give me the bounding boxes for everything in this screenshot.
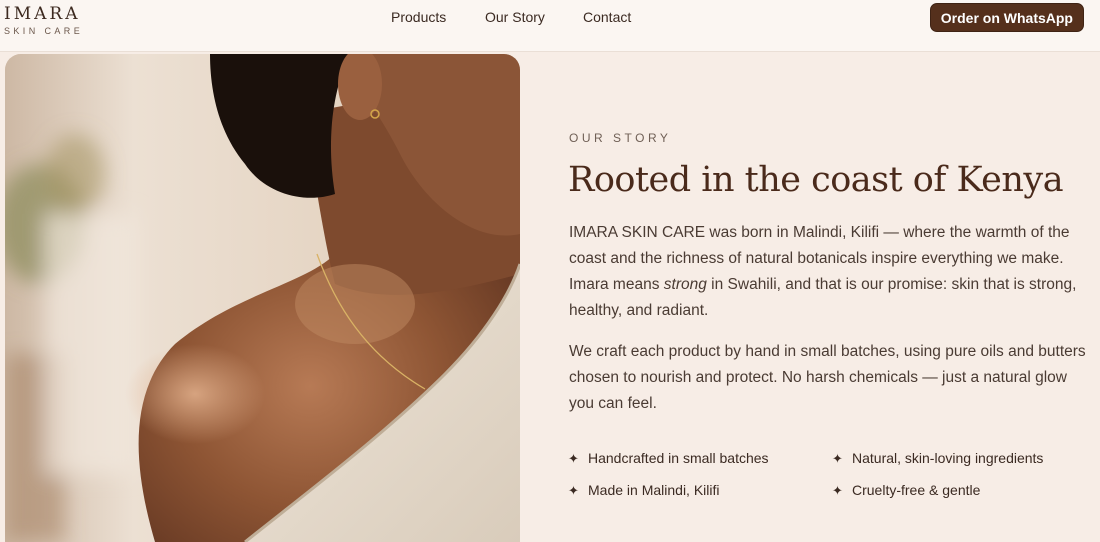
feature-label: Natural, skin-loving ingredients <box>852 450 1044 466</box>
feature-label: Made in Malindi, Kilifi <box>588 482 720 498</box>
feature-label: Cruelty-free & gentle <box>852 482 981 498</box>
nav-link-contact[interactable]: Contact <box>583 9 631 25</box>
feature-item: ✦ Cruelty-free & gentle <box>832 482 980 499</box>
section-title: Rooted in the coast of Kenya <box>568 160 1064 200</box>
feature-label: Handcrafted in small batches <box>588 450 769 466</box>
order-whatsapp-button[interactable]: Order on WhatsApp <box>929 3 1084 32</box>
feature-item: ✦ Natural, skin-loving ingredients <box>832 450 1043 467</box>
sparkle-icon: ✦ <box>568 451 579 466</box>
section-eyebrow: OUR STORY <box>569 131 672 145</box>
sparkle-icon: ✦ <box>832 451 843 466</box>
story-emphasis-strong: strong <box>663 276 707 293</box>
sparkle-icon: ✦ <box>568 483 579 498</box>
feature-item: ✦ Made in Malindi, Kilifi <box>568 482 720 499</box>
story-paragraph-1: IMARA SKIN CARE was born in Malindi, Kil… <box>569 220 1089 324</box>
nav-link-products[interactable]: Products <box>391 9 446 25</box>
hero-photo <box>5 54 520 542</box>
sparkle-icon: ✦ <box>832 483 843 498</box>
site-header: IMARA SKIN CARE Products Our Story Conta… <box>0 0 1100 52</box>
nav-link-our-story[interactable]: Our Story <box>485 9 545 25</box>
woman-portrait-image <box>5 54 520 542</box>
story-paragraph-2: We craft each product by hand in small b… <box>569 343 1086 412</box>
feature-item: ✦ Handcrafted in small batches <box>568 450 769 467</box>
